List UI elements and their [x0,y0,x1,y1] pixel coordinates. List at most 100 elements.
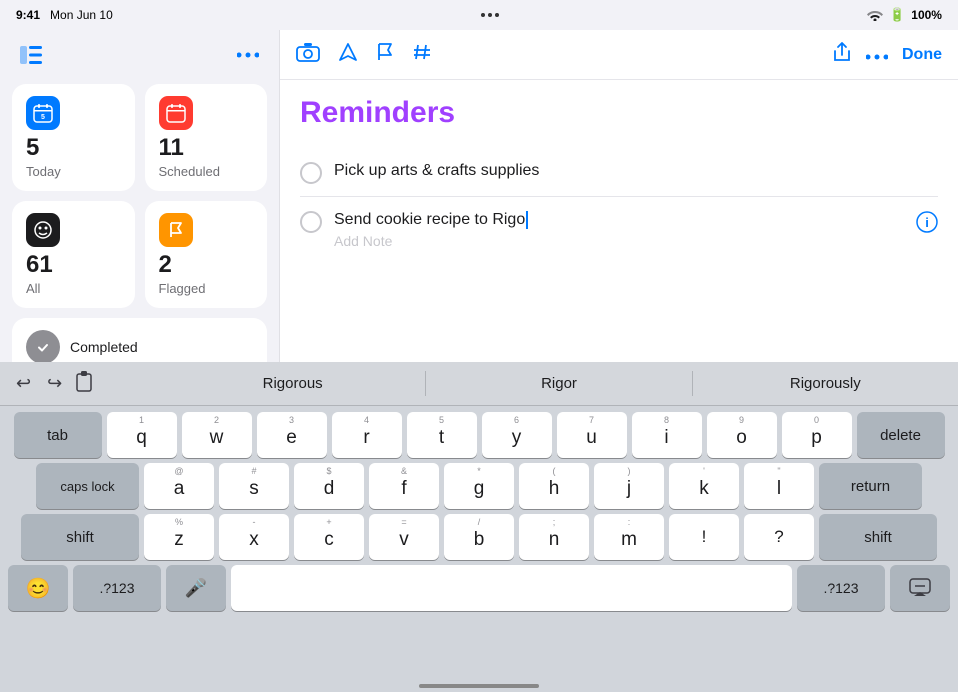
smart-list-all[interactable]: 61 All [12,201,135,308]
key-s[interactable]: #s [219,463,289,509]
key-y[interactable]: 6y [482,412,552,458]
key-n[interactable]: ;n [519,514,589,560]
reminder-circle-2[interactable] [300,211,322,233]
key-capslock[interactable]: caps lock [36,463,139,509]
key-x[interactable]: -x [219,514,289,560]
all-icon [26,213,60,247]
svg-text:5: 5 [41,114,45,121]
sidebar-header [12,40,267,70]
status-left: 9:41 Mon Jun 10 [16,8,113,22]
reminder-text-block-1: Pick up arts & crafts supplies [334,160,938,182]
status-right: 🔋 100% [867,7,942,23]
battery-percent: 100% [911,8,942,22]
status-bar: 9:41 Mon Jun 10 🔋 100% [0,0,958,30]
all-label: All [26,281,121,296]
status-time: 9:41 [16,8,40,22]
key-r[interactable]: 4r [332,412,402,458]
scheduled-count: 11 [159,136,254,160]
key-a[interactable]: @a [144,463,214,509]
redo-button[interactable]: ↪ [43,369,66,398]
key-u[interactable]: 7u [557,412,627,458]
undo-redo-area: ↩ ↪ [0,369,160,398]
today-label: Today [26,164,121,179]
key-row-4: 😊 .?123 🎤 .?123 [4,565,954,611]
done-button[interactable]: Done [902,46,942,64]
reminders-toolbar: Done [280,30,958,80]
key-p[interactable]: 0p [782,412,852,458]
key-t[interactable]: 5t [407,412,477,458]
undo-button[interactable]: ↩ [12,369,35,398]
reminder-item-2[interactable]: Send cookie recipe to Rigo Add Note i [300,197,938,261]
key-num2[interactable]: .?123 [797,565,885,611]
toolbar-left [296,42,432,68]
flagged-label: Flagged [159,281,254,296]
key-return[interactable]: return [819,463,922,509]
more-icon[interactable] [866,43,888,66]
reminders-panel: Done Reminders Pick up arts & crafts sup… [280,30,958,362]
main-container: 5 5 Today 11 Scheduled [0,30,958,362]
keyboard-container: ↩ ↪ Rigorous Rigor Rigorously tab 1q 2w … [0,362,958,692]
key-exclaim[interactable]: ! [669,514,739,560]
key-k[interactable]: 'k [669,463,739,509]
flag-toolbar-icon[interactable] [376,42,394,68]
key-shift-left[interactable]: shift [21,514,139,560]
key-j[interactable]: )j [594,463,664,509]
key-z[interactable]: %z [144,514,214,560]
location-icon[interactable] [338,42,358,68]
key-b[interactable]: /b [444,514,514,560]
reminder-circle-1[interactable] [300,162,322,184]
reminder-item-1[interactable]: Pick up arts & crafts supplies [300,148,938,197]
key-q[interactable]: 1q [107,412,177,458]
key-d[interactable]: $d [294,463,364,509]
sidebar-more-button[interactable] [233,40,263,70]
key-tab[interactable]: tab [14,412,102,458]
key-delete[interactable]: delete [857,412,945,458]
today-count: 5 [26,136,121,160]
suggestion-2[interactable]: Rigor [426,371,692,396]
key-h[interactable]: (h [519,463,589,509]
key-question[interactable]: ? [744,514,814,560]
smart-lists-grid: 5 5 Today 11 Scheduled [12,84,267,308]
key-emoji[interactable]: 😊 [8,565,68,611]
key-mic[interactable]: 🎤 [166,565,226,611]
reminder-note-2[interactable]: Add Note [334,233,904,249]
key-o[interactable]: 9o [707,412,777,458]
completed-label: Completed [70,339,138,355]
suggestion-1[interactable]: Rigorous [160,371,426,396]
reminder-text-block-2: Send cookie recipe to Rigo Add Note [334,209,904,249]
key-v[interactable]: =v [369,514,439,560]
key-g[interactable]: *g [444,463,514,509]
home-indicator [419,684,539,688]
reminder-info-button[interactable]: i [916,211,938,239]
key-l[interactable]: "l [744,463,814,509]
key-w[interactable]: 2w [182,412,252,458]
sidebar-toggle-button[interactable] [16,40,46,70]
smart-list-flagged[interactable]: 2 Flagged [145,201,268,308]
key-num1[interactable]: .?123 [73,565,161,611]
smart-list-today[interactable]: 5 5 Today [12,84,135,191]
flagged-icon [159,213,193,247]
today-icon: 5 [26,96,60,130]
key-f[interactable]: &f [369,463,439,509]
smart-list-scheduled[interactable]: 11 Scheduled [145,84,268,191]
paste-button[interactable] [74,370,94,397]
suggestion-3[interactable]: Rigorously [693,371,958,396]
status-date: Mon Jun 10 [50,8,113,22]
key-shift-right[interactable]: shift [819,514,937,560]
key-hide[interactable] [890,565,950,611]
key-c[interactable]: +c [294,514,364,560]
hash-icon[interactable] [412,42,432,68]
key-i[interactable]: 8i [632,412,702,458]
key-space[interactable] [231,565,792,611]
share-icon[interactable] [832,41,852,69]
key-e[interactable]: 3e [257,412,327,458]
key-m[interactable]: :m [594,514,664,560]
completed-icon [26,330,60,364]
svg-text:i: i [925,215,929,230]
all-count: 61 [26,253,121,277]
flagged-count: 2 [159,253,254,277]
scan-icon[interactable] [296,42,320,68]
key-row-2: caps lock @a #s $d &f *g (h )j 'k "l ret… [4,463,954,509]
wifi-icon [867,9,883,21]
autocomplete-suggestions: Rigorous Rigor Rigorously [160,371,958,396]
